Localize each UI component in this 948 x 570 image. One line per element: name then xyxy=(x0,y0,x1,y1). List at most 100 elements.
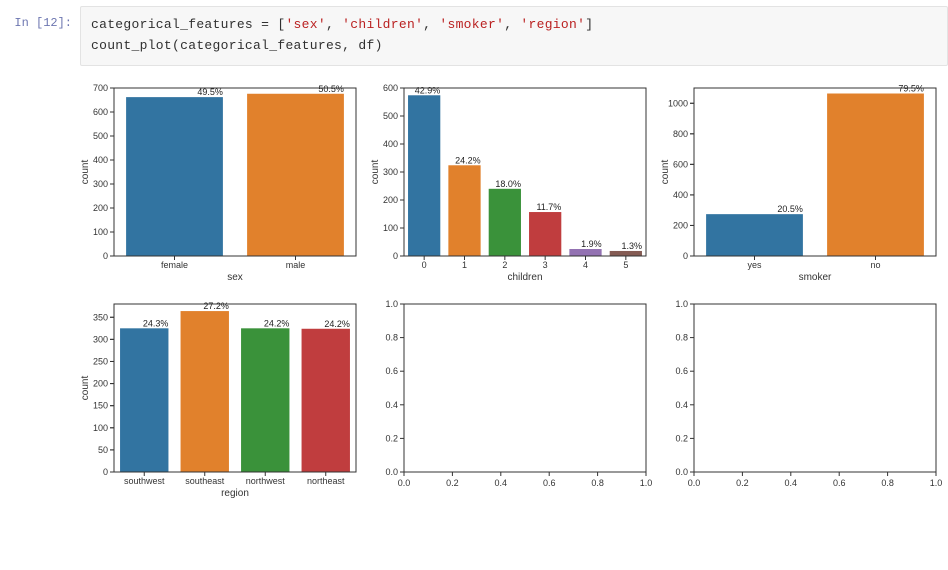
code-input[interactable]: categorical_features = ['sex', 'children… xyxy=(80,6,948,66)
svg-text:300: 300 xyxy=(93,334,108,344)
svg-text:0.2: 0.2 xyxy=(736,478,749,488)
y-axis-label: count xyxy=(370,159,381,184)
bar-region-northeast xyxy=(302,328,350,471)
bar-region-southeast xyxy=(181,311,229,472)
svg-text:0.6: 0.6 xyxy=(833,478,846,488)
svg-text:0.4: 0.4 xyxy=(675,399,688,409)
chart-panel-region: 05010015020025030035024.3%southwest27.2%… xyxy=(78,294,362,504)
svg-text:100: 100 xyxy=(383,223,398,233)
svg-text:200: 200 xyxy=(383,195,398,205)
x-tick-label: male xyxy=(286,260,306,270)
chart-panel-children: 010020030040050060042.9%024.2%118.0%211.… xyxy=(368,78,652,288)
bar-annotation: 24.2% xyxy=(324,318,350,328)
svg-text:100: 100 xyxy=(93,227,108,237)
svg-text:0.6: 0.6 xyxy=(385,366,398,376)
svg-text:600: 600 xyxy=(673,159,688,169)
svg-text:350: 350 xyxy=(93,312,108,322)
svg-text:0.8: 0.8 xyxy=(591,478,604,488)
y-axis-label: count xyxy=(80,159,91,184)
x-tick-label: southeast xyxy=(185,476,225,486)
bar-annotation: 42.9% xyxy=(415,85,441,95)
svg-text:400: 400 xyxy=(673,190,688,200)
chart-svg-empty2: 0.00.20.40.60.81.00.00.20.40.60.81.0 xyxy=(658,294,942,500)
svg-text:1.0: 1.0 xyxy=(385,299,398,309)
x-axis-label: smoker xyxy=(799,272,832,283)
svg-text:200: 200 xyxy=(673,220,688,230)
code-token: ] xyxy=(585,17,593,32)
bar-region-northwest xyxy=(241,328,289,472)
svg-text:0.6: 0.6 xyxy=(675,366,688,376)
chart-svg-smoker: 0200400600800100020.5%yes79.5%nosmokerco… xyxy=(658,78,942,284)
svg-text:0.8: 0.8 xyxy=(675,332,688,342)
output-area: 010020030040050060070049.5%female50.5%ma… xyxy=(72,66,948,504)
code-token: categorical_features xyxy=(180,38,342,53)
svg-text:0.2: 0.2 xyxy=(675,433,688,443)
chart-panel-sex: 010020030040050060070049.5%female50.5%ma… xyxy=(78,78,362,288)
svg-text:0: 0 xyxy=(103,251,108,261)
chart-svg-empty1: 0.00.20.40.60.81.00.00.20.40.60.81.0 xyxy=(368,294,652,500)
bar-annotation: 1.3% xyxy=(621,241,642,251)
x-tick-label: 4 xyxy=(583,260,588,270)
chart-svg-children: 010020030040050060042.9%024.2%118.0%211.… xyxy=(368,78,652,284)
x-tick-label: 2 xyxy=(502,260,507,270)
svg-text:0: 0 xyxy=(393,251,398,261)
bar-smoker-yes xyxy=(706,214,803,256)
chart-panel-empty1: 0.00.20.40.60.81.00.00.20.40.60.81.0 xyxy=(368,294,652,504)
svg-text:0.2: 0.2 xyxy=(385,433,398,443)
svg-text:400: 400 xyxy=(383,139,398,149)
code-token: , xyxy=(504,17,520,32)
svg-text:400: 400 xyxy=(93,155,108,165)
x-tick-label: 3 xyxy=(543,260,548,270)
bar-annotation: 24.2% xyxy=(455,155,481,165)
svg-text:500: 500 xyxy=(93,131,108,141)
code-token: ( xyxy=(172,38,180,53)
x-tick-label: yes xyxy=(747,260,762,270)
code-token: 'children' xyxy=(342,17,423,32)
svg-text:500: 500 xyxy=(383,111,398,121)
svg-text:50: 50 xyxy=(98,444,108,454)
bar-children-2 xyxy=(489,188,521,255)
svg-text:800: 800 xyxy=(673,128,688,138)
bar-children-0 xyxy=(408,95,440,256)
bar-annotation: 50.5% xyxy=(318,83,344,93)
chart-svg-region: 05010015020025030035024.3%southwest27.2%… xyxy=(78,294,362,500)
svg-text:300: 300 xyxy=(93,179,108,189)
code-token: count_plot xyxy=(91,38,172,53)
svg-text:600: 600 xyxy=(383,83,398,93)
code-token: 'smoker' xyxy=(439,17,504,32)
code-token: 'region' xyxy=(520,17,585,32)
svg-text:0.4: 0.4 xyxy=(495,478,508,488)
bar-annotation: 49.5% xyxy=(197,87,223,97)
code-token: ) xyxy=(375,38,383,53)
code-token: = [ xyxy=(253,17,285,32)
svg-text:100: 100 xyxy=(93,422,108,432)
bar-children-5 xyxy=(610,251,642,256)
bar-annotation: 18.0% xyxy=(495,178,521,188)
svg-text:0: 0 xyxy=(103,467,108,477)
bar-annotation: 11.7% xyxy=(536,202,561,212)
chart-svg-sex: 010020030040050060070049.5%female50.5%ma… xyxy=(78,78,362,284)
y-axis-label: count xyxy=(80,375,91,400)
bar-annotation: 24.3% xyxy=(143,318,169,328)
bar-annotation: 24.2% xyxy=(264,318,290,328)
chart-panel-empty2: 0.00.20.40.60.81.00.00.20.40.60.81.0 xyxy=(658,294,942,504)
x-tick-label: no xyxy=(870,260,880,270)
svg-text:0: 0 xyxy=(683,251,688,261)
svg-text:250: 250 xyxy=(93,356,108,366)
svg-text:150: 150 xyxy=(93,400,108,410)
svg-text:0.8: 0.8 xyxy=(385,332,398,342)
svg-text:1.0: 1.0 xyxy=(930,478,942,488)
bar-annotation: 20.5% xyxy=(777,204,803,214)
code-token: , xyxy=(423,17,439,32)
code-token: , xyxy=(342,38,358,53)
x-axis-label: region xyxy=(221,488,249,499)
bar-annotation: 1.9% xyxy=(581,239,602,249)
svg-text:0.0: 0.0 xyxy=(398,478,411,488)
x-tick-label: northwest xyxy=(246,476,286,486)
prompt-label: In [12]: xyxy=(14,16,72,30)
notebook-cell: In [12]: categorical_features = ['sex', … xyxy=(0,0,948,514)
svg-text:0.0: 0.0 xyxy=(688,478,701,488)
x-tick-label: female xyxy=(161,260,188,270)
bar-annotation: 27.2% xyxy=(203,301,229,311)
svg-text:600: 600 xyxy=(93,107,108,117)
